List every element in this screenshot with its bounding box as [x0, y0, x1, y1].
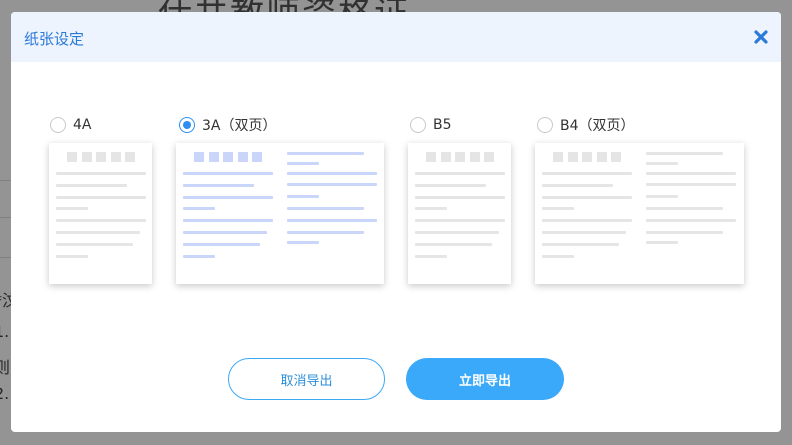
preview-text-line	[56, 196, 146, 199]
preview-text-line	[56, 207, 88, 210]
paper-preview-4a[interactable]	[49, 143, 152, 284]
paper-preview-3a[interactable]	[176, 143, 384, 284]
preview-text-line	[415, 184, 486, 187]
preview-text-line	[646, 162, 678, 165]
preview-header-block	[194, 152, 204, 162]
preview-header-block	[110, 152, 121, 162]
preview-text-line	[415, 196, 505, 199]
close-icon[interactable]	[753, 29, 769, 45]
cancel-export-button[interactable]: 取消导出	[228, 358, 385, 400]
option-label: B4（双页）	[560, 118, 635, 134]
preview-text-line	[646, 172, 736, 175]
preview-text-line	[646, 231, 723, 234]
preview-text-line	[56, 172, 146, 175]
preview-text-line	[542, 255, 574, 258]
preview-header-block	[484, 152, 494, 162]
preview-text-line	[542, 207, 574, 210]
paper-preview-b4[interactable]	[535, 143, 744, 284]
preview-text-line	[56, 231, 140, 234]
preview-header-block	[237, 152, 248, 162]
preview-text-line	[183, 255, 215, 258]
preview-text-line	[646, 241, 678, 244]
preview-text-line	[183, 207, 215, 210]
preview-text-line	[183, 231, 267, 234]
preview-text-line	[415, 219, 505, 222]
preview-text-line	[646, 195, 678, 198]
preview-header-block	[125, 152, 135, 162]
preview-header-block	[96, 152, 106, 162]
preview-text-line	[415, 207, 447, 210]
preview-text-line	[287, 162, 319, 165]
preview-text-line	[287, 172, 377, 175]
paper-option-b4-head[interactable]: B4（双页）	[537, 112, 635, 138]
preview-text-line	[287, 219, 377, 222]
preview-text-line	[287, 207, 364, 210]
preview-header-block	[582, 152, 592, 162]
preview-header-block	[252, 152, 262, 162]
preview-text-line	[287, 241, 319, 244]
radio-button[interactable]	[410, 117, 426, 133]
preview-text-line	[646, 207, 723, 210]
dialog-header: 纸张设定	[11, 12, 781, 62]
preview-header-block	[223, 152, 233, 162]
preview-header-block	[611, 152, 621, 162]
preview-header-block	[469, 152, 480, 162]
option-label: 3A（双页）	[202, 118, 277, 134]
preview-text-line	[415, 231, 499, 234]
preview-text-line	[646, 183, 736, 186]
preview-text-line	[183, 219, 273, 222]
preview-text-line	[646, 152, 723, 155]
preview-header-block	[440, 152, 451, 162]
preview-header-block	[567, 152, 578, 162]
preview-text-line	[287, 231, 364, 234]
preview-text-line	[542, 172, 632, 175]
preview-text-line	[287, 195, 319, 198]
export-now-button[interactable]: 立即导出	[406, 358, 564, 400]
preview-text-line	[415, 255, 447, 258]
preview-text-line	[183, 243, 260, 246]
preview-text-line	[542, 231, 626, 234]
preview-text-line	[183, 196, 273, 199]
paper-option-4a-head[interactable]: 4A	[50, 112, 91, 138]
preview-text-line	[56, 219, 146, 222]
preview-text-line	[56, 243, 133, 246]
preview-header-block	[81, 152, 92, 162]
preview-text-line	[415, 172, 505, 175]
paper-preview-b5[interactable]	[408, 143, 511, 284]
preview-text-line	[56, 184, 127, 187]
preview-text-line	[542, 219, 632, 222]
option-label: B5	[433, 117, 452, 133]
dialog-title: 纸张设定	[24, 30, 85, 48]
preview-text-line	[542, 184, 613, 187]
preview-header-block	[455, 152, 465, 162]
paper-option-b5-head[interactable]: B5	[410, 112, 452, 138]
paper-settings-dialog: 纸张设定 4A 3A（双页） B5 B4（双页） 取消导出 立即导出	[11, 12, 781, 432]
preview-text-line	[56, 255, 88, 258]
paper-option-3a-head[interactable]: 3A（双页）	[179, 112, 276, 138]
preview-header-block	[208, 152, 219, 162]
preview-text-line	[542, 196, 632, 199]
preview-text-line	[415, 243, 492, 246]
preview-header-block	[67, 152, 77, 162]
preview-header-block	[596, 152, 607, 162]
radio-button[interactable]	[50, 117, 66, 133]
radio-button[interactable]	[537, 117, 553, 133]
radio-button-checked[interactable]	[179, 117, 195, 133]
preview-header-block	[426, 152, 436, 162]
preview-text-line	[183, 184, 254, 187]
preview-header-block	[553, 152, 563, 162]
preview-text-line	[287, 152, 364, 155]
preview-text-line	[183, 172, 273, 175]
preview-text-line	[542, 243, 619, 246]
preview-text-line	[287, 183, 377, 186]
preview-text-line	[646, 219, 736, 222]
option-label: 4A	[73, 117, 92, 133]
